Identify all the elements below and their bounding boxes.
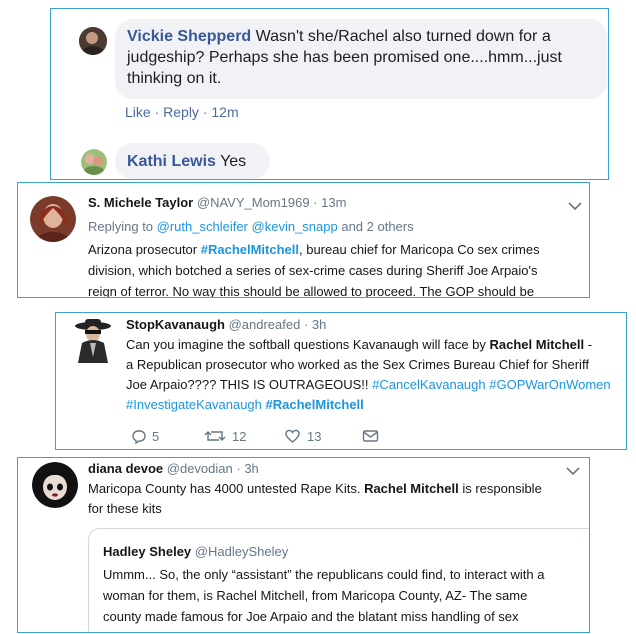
separator-dot: ·: [154, 104, 164, 120]
vickie-avatar[interactable]: [79, 27, 107, 55]
comment-actions: Like · Reply · 12m: [125, 104, 239, 120]
heart-icon: [285, 429, 300, 443]
quoted-text: woman for them, is Rachel Mitchell, from…: [103, 588, 528, 603]
tweet-time[interactable]: 3h: [244, 461, 258, 476]
like-count: 13: [307, 428, 322, 444]
retweet-icon: [204, 431, 226, 441]
reply-action[interactable]: 5: [130, 428, 159, 444]
reply-icon: [132, 430, 146, 444]
comment-bubble: Kathi Lewis Yes: [115, 143, 270, 179]
like-link[interactable]: Like: [125, 104, 151, 120]
profile-photo-icon: [32, 462, 78, 508]
tweet-text: division, which botched a series of sex-…: [88, 263, 538, 278]
dm-action[interactable]: [362, 428, 379, 444]
display-name[interactable]: S. Michele Taylor: [88, 195, 193, 210]
envelope-icon: [362, 430, 379, 442]
retweet-action[interactable]: 12: [204, 428, 246, 444]
avatar[interactable]: [32, 462, 78, 508]
chevron-down-icon[interactable]: [566, 466, 580, 476]
comment-time[interactable]: 12m: [211, 104, 238, 120]
retweet-count: 12: [232, 428, 247, 444]
reply-link[interactable]: Reply: [163, 104, 199, 120]
quoted-text: Ummm... So, the only “assistant” the rep…: [103, 567, 545, 582]
profile-photo-icon: [79, 27, 107, 55]
quoted-tweet[interactable]: Hadley Sheley @HadleySheley Ummm... So, …: [88, 528, 589, 632]
comment-text: Wasn't she/Rachel also turned down for a: [251, 28, 551, 45]
avatar[interactable]: [70, 317, 116, 363]
tweet-text: Maricopa County has 4000 untested Rape K…: [88, 481, 542, 496]
reply-count: 5: [152, 428, 160, 444]
chevron-down-icon[interactable]: [568, 201, 582, 211]
tweet-text: a Republican prosecutor who worked as th…: [126, 357, 589, 372]
comment-author[interactable]: Vickie Shepperd: [127, 28, 251, 45]
hashtag-link[interactable]: #RachelMitchell: [201, 242, 299, 257]
tweet-panel: S. Michele Taylor @NAVY_Mom1969 · 13m Re…: [17, 182, 590, 298]
like-action[interactable]: 13: [284, 428, 321, 444]
kathi-avatar[interactable]: [81, 149, 107, 175]
quoted-text: crimes: [103, 628, 141, 632]
mention-link[interactable]: @kevin_snapp: [252, 219, 338, 234]
zorro-figure-icon: [70, 317, 116, 363]
comment-text: thinking on it.: [127, 70, 222, 87]
quoted-handle: @HadleySheley: [194, 544, 289, 559]
hashtag-link[interactable]: #InvestigateKavanaugh: [126, 397, 262, 412]
hashtag-link[interactable]: #GOPWarOnWomen: [489, 377, 610, 392]
tweet-text: #InvestigateKavanaugh #RachelMitchell: [126, 395, 364, 415]
tweet-text: Can you imagine the softball questions K…: [126, 337, 593, 352]
tweet-text: reign of terror. No way this should be a…: [88, 284, 535, 298]
comment-author[interactable]: Kathi Lewis: [127, 153, 216, 170]
tweet-text: Arizona prosecutor #RachelMitchell, bure…: [88, 242, 540, 257]
tweet-text: Joe Arpaio???? THIS IS OUTRAGEOUS!! #Can…: [126, 377, 611, 392]
avatar[interactable]: [30, 196, 76, 242]
tweet-time[interactable]: 3h: [312, 317, 326, 332]
quoted-display-name: Hadley Sheley: [103, 544, 192, 559]
hashtag-link[interactable]: #CancelKavanaugh: [372, 377, 485, 392]
quoted-header: Hadley Sheley @HadleySheley: [103, 542, 288, 562]
replying-to: Replying to @ruth_schleifer @kevin_snapp…: [88, 219, 414, 234]
comment-text: judgeship? Perhaps she has been promised…: [127, 49, 562, 66]
tweet-text: for these kits: [88, 501, 162, 516]
comment-text: Yes: [215, 153, 247, 170]
hashtag-link[interactable]: #RachelMitchell: [266, 397, 364, 412]
tweet-time[interactable]: 13m: [321, 195, 346, 210]
profile-photo-icon: [30, 196, 76, 242]
tweet-header: StopKavanaugh @andreafed · 3h: [126, 317, 327, 332]
quoted-text: county made famous for Joe Arpaio and th…: [103, 609, 519, 624]
user-handle[interactable]: @andreafed: [229, 317, 301, 332]
display-name[interactable]: StopKavanaugh: [126, 317, 225, 332]
display-name[interactable]: diana devoe: [88, 461, 163, 476]
others-link[interactable]: and 2 others: [338, 219, 413, 234]
facebook-comments-panel: Vickie Shepperd Wasn't she/Rachel also t…: [50, 8, 609, 180]
tweet-header: S. Michele Taylor @NAVY_Mom1969 · 13m: [88, 195, 347, 210]
tweet-header: diana devoe @devodian · 3h: [88, 461, 259, 476]
tweet-panel: diana devoe @devodian · 3h Maricopa Coun…: [17, 457, 590, 633]
user-handle[interactable]: @devodian: [167, 461, 233, 476]
user-handle[interactable]: @NAVY_Mom1969: [197, 195, 310, 210]
tweet-panel: StopKavanaugh @andreafed · 3h Can you im…: [55, 312, 627, 450]
mention-link[interactable]: @ruth_schleifer: [157, 219, 248, 234]
comment-bubble: Vickie Shepperd Wasn't she/Rachel also t…: [115, 19, 607, 99]
profile-photo-icon: [81, 149, 107, 175]
